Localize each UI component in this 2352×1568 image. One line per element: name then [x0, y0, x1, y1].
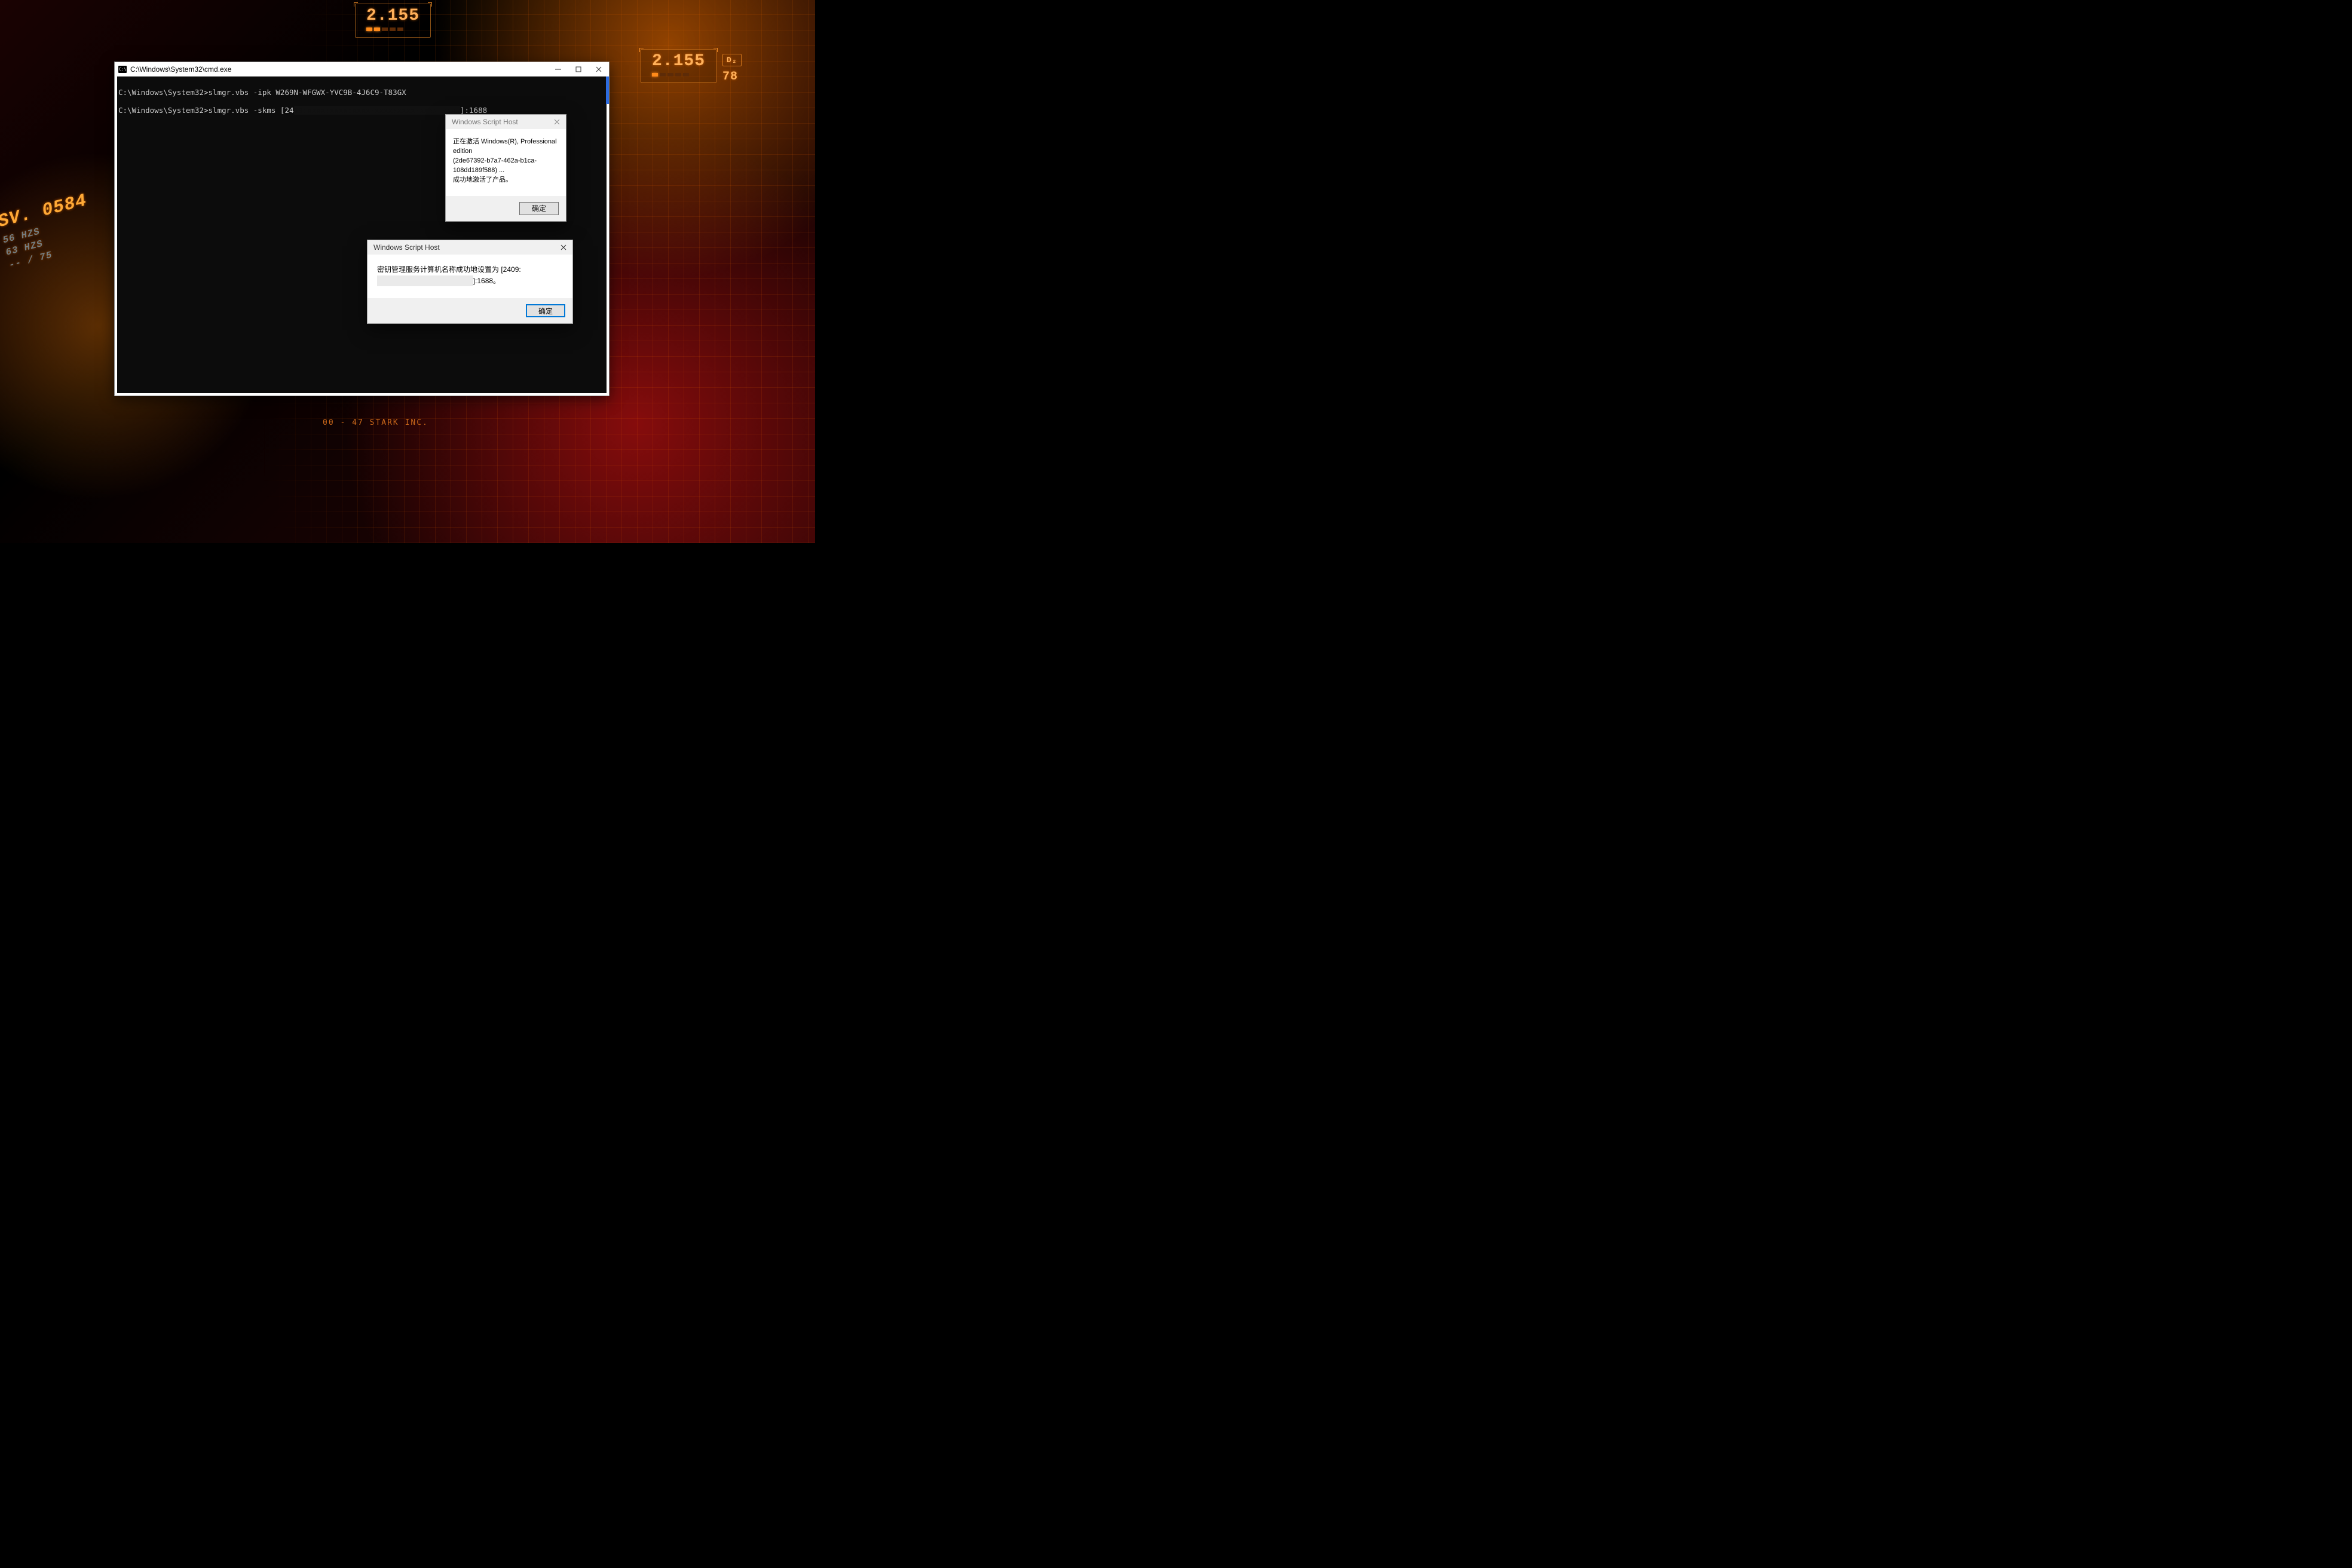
cmd-redacted-ip: 09:xxxx:xxxx:xxxx:xxxx:xxxx:xxxx:xxxx — [294, 106, 460, 115]
wsh-kms-text-pre: 密钥管理服务计算机名称成功地设置为 [2409: — [377, 265, 521, 274]
hud-side-value: 78 — [722, 70, 742, 84]
close-icon — [596, 66, 602, 72]
wsh-dialog-activation-close[interactable] — [548, 115, 566, 129]
wsh-dialog-kms-footer: 确定 — [368, 298, 572, 323]
minimize-icon — [555, 66, 561, 72]
hud-readout-1: 2.155 — [355, 4, 431, 38]
close-icon — [554, 119, 560, 125]
cmd-title: C:\Windows\System32\cmd.exe — [130, 65, 548, 74]
cmd-icon — [118, 66, 127, 73]
cmd-titlebar[interactable]: C:\Windows\System32\cmd.exe — [115, 62, 609, 76]
cmd-command-2a: slmgr.vbs -skms [24 — [209, 106, 294, 115]
wsh-dialog-activation-ok-button[interactable]: 确定 — [519, 202, 559, 215]
minimize-button[interactable] — [548, 62, 568, 76]
wsh-dialog-kms[interactable]: Windows Script Host 密钥管理服务计算机名称成功地设置为 [2… — [367, 240, 573, 324]
hud-value-2: 2.155 — [652, 52, 705, 71]
wsh-kms-text-post: ]:1688。 — [473, 277, 500, 285]
wsh-activation-line2: (2de67392-b7a7-462a-b1ca-108dd189f588) .… — [453, 157, 559, 176]
hud-bar-2 — [652, 73, 705, 76]
wsh-activation-line3: 成功地激活了产品。 — [453, 176, 559, 185]
wsh-dialog-activation-title: Windows Script Host — [452, 118, 518, 126]
wsh-kms-redacted: xxxx:xxxx:xxxx:xxxx:xxxx:xxxx — [377, 275, 473, 287]
cmd-prompt-1: C:\Windows\System32> — [118, 88, 209, 97]
wsh-dialog-activation-footer: 确定 — [446, 196, 566, 221]
wsh-dialog-kms-title: Windows Script Host — [373, 243, 440, 252]
cmd-command-1: slmgr.vbs -ipk W269N-WFGWX-YVC9B-4J6C9-T… — [209, 88, 406, 97]
close-icon — [561, 244, 566, 250]
maximize-icon — [575, 66, 581, 72]
wsh-dialog-kms-body: 密钥管理服务计算机名称成功地设置为 [2409:xxxx:xxxx:xxxx:x… — [368, 255, 572, 298]
wsh-dialog-kms-ok-button[interactable]: 确定 — [526, 304, 565, 317]
maximize-button[interactable] — [568, 62, 589, 76]
cmd-scrollbar-thumb[interactable] — [606, 76, 609, 104]
wsh-activation-line1: 正在激活 Windows(R), Professional edition — [453, 137, 559, 157]
close-button[interactable] — [589, 62, 609, 76]
wsh-dialog-kms-titlebar[interactable]: Windows Script Host — [368, 240, 572, 255]
hud-value-1: 2.155 — [366, 7, 419, 25]
hud-badge-d2: D₂ — [722, 54, 742, 66]
wsh-dialog-activation[interactable]: Windows Script Host 正在激活 Windows(R), Pro… — [445, 114, 566, 222]
wsh-dialog-kms-close[interactable] — [555, 240, 572, 255]
cmd-command-2b: ]:1688 — [460, 106, 487, 115]
wsh-dialog-activation-body: 正在激活 Windows(R), Professional edition (2… — [446, 129, 566, 196]
wsh-dialog-activation-titlebar[interactable]: Windows Script Host — [446, 115, 566, 129]
cmd-prompt-2: C:\Windows\System32> — [118, 106, 209, 115]
hud-stark-label: 00 - 47 STARK INC. — [323, 418, 428, 427]
hud-bar-1 — [366, 27, 419, 31]
cmd-window[interactable]: C:\Windows\System32\cmd.exe C:\Windows\S… — [114, 62, 610, 396]
hud-readout-2: 2.155 D₂ 78 — [641, 49, 742, 84]
